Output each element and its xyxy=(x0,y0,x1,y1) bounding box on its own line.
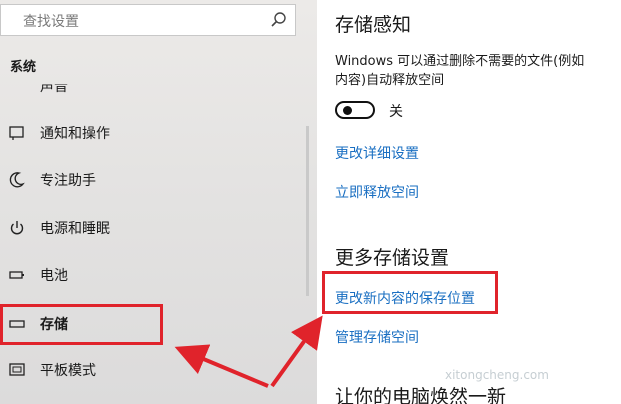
tablet-mode-icon xyxy=(9,363,25,376)
sidebar-item-label: 通知和操作 xyxy=(40,126,110,142)
storage-sense-description: Windows 可以通过删除不需要的文件(例如 内容)自动释放空间 xyxy=(335,52,621,90)
battery-icon xyxy=(9,271,24,279)
sidebar-item-battery[interactable]: 电池 xyxy=(0,257,300,293)
storage-sense-toggle[interactable] xyxy=(335,101,375,119)
sidebar-item-power-sleep[interactable]: 电源和睡眠 xyxy=(0,210,300,246)
sidebar-item-sound[interactable]: 声音 xyxy=(0,84,300,94)
storage-sense-title: 存储感知 xyxy=(335,14,412,36)
sidebar-item-tablet-mode[interactable]: 平板模式 xyxy=(0,352,300,388)
sidebar-item-focus-assist[interactable]: 专注助手 xyxy=(0,162,300,198)
search-placeholder: 查找设置 xyxy=(23,14,79,30)
sidebar-item-notifications[interactable]: 通知和操作 xyxy=(0,115,300,151)
description-line-1: Windows 可以通过删除不需要的文件(例如 xyxy=(335,54,585,69)
description-line-2: 内容)自动释放空间 xyxy=(335,73,445,88)
toggle-knob xyxy=(343,106,352,115)
sidebar-scrollbar[interactable] xyxy=(306,126,309,296)
sidebar-item-label: 电池 xyxy=(40,268,68,284)
sidebar-item-label: 电源和睡眠 xyxy=(40,221,110,237)
sidebar-item-label: 专注助手 xyxy=(40,173,96,189)
search-input[interactable]: 查找设置 xyxy=(0,4,296,36)
sidebar-item-label: 声音 xyxy=(40,84,68,94)
watermark: xitongcheng.com xyxy=(445,368,549,382)
change-settings-link[interactable]: 更改详细设置 xyxy=(335,143,419,163)
more-storage-settings-title: 更多存储设置 xyxy=(335,247,450,269)
manage-storage-spaces-link[interactable]: 管理存储空间 xyxy=(335,327,419,347)
storage-settings-pane: 存储感知 Windows 可以通过删除不需要的文件(例如 内容)自动释放空间 关… xyxy=(317,0,621,404)
free-space-now-link[interactable]: 立即释放空间 xyxy=(335,182,419,202)
section-title: 系统 xyxy=(10,60,37,75)
notification-icon xyxy=(9,126,24,140)
sidebar-item-label: 平板模式 xyxy=(40,363,96,379)
highlight-box-storage xyxy=(0,304,163,345)
search-icon[interactable] xyxy=(269,10,289,30)
refresh-pc-title: 让你的电脑焕然一新 xyxy=(335,386,507,404)
toggle-state-label: 关 xyxy=(389,104,403,120)
power-icon xyxy=(10,221,24,235)
highlight-box-save-location xyxy=(322,271,498,314)
moon-icon xyxy=(9,172,25,188)
